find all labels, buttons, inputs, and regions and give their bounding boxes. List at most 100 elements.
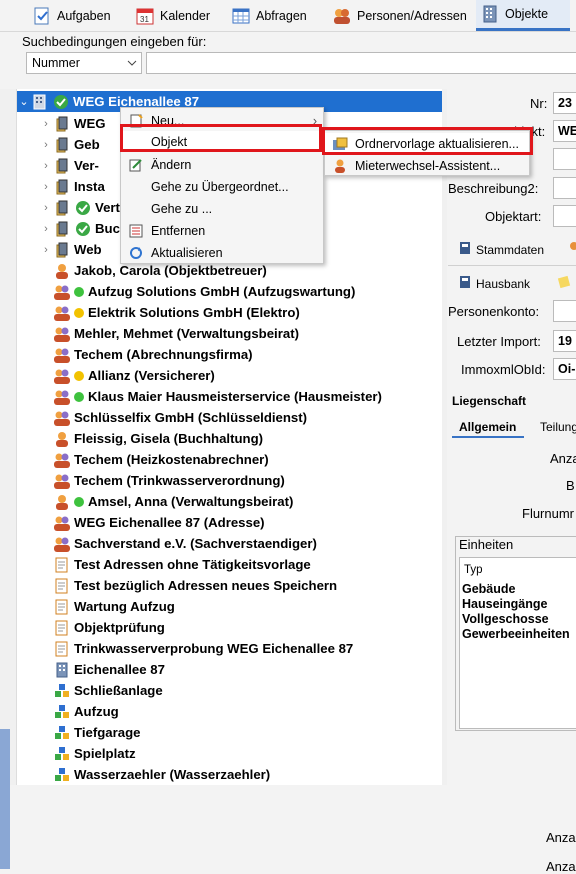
immoxml-field[interactable]: Oi- <box>553 358 576 380</box>
collapse-icon[interactable]: ⌄ <box>17 95 31 108</box>
tree-item-label: Vert <box>95 200 120 215</box>
note-icon <box>557 275 571 292</box>
einheiten-row[interactable]: Hauseingänge <box>460 597 547 611</box>
tab-hausbank[interactable]: Hausbank <box>459 275 530 292</box>
tree-item-label: Wasserzaehler (Wasserzaehler) <box>74 767 271 782</box>
person-icon <box>325 159 355 173</box>
einheiten-row[interactable]: Gewerbeeinheiten <box>460 627 570 641</box>
tab-stammdaten[interactable]: Stammdaten <box>459 241 544 258</box>
tree-item[interactable]: Klaus Maier Hausmeisterservice (Hausmeis… <box>39 386 382 407</box>
tasks-icon <box>32 7 52 25</box>
tab-kalender[interactable]: 31 Kalender <box>131 0 214 31</box>
tree-item[interactable]: Test bezüglich Adressen neues Speichern <box>39 575 337 596</box>
einheiten-row[interactable]: Vollgeschosse <box>460 612 549 626</box>
einheiten-table[interactable]: Typ Gebäude Hauseingänge Vollgeschosse Gewe… <box>459 557 576 729</box>
tree-item[interactable]: › Geb <box>39 134 100 155</box>
expand-chevron-icon[interactable]: › <box>39 223 53 235</box>
tree-item[interactable]: Schließanlage <box>39 680 163 701</box>
tree-item-label: Techem (Trinkwasserverordnung) <box>74 473 285 488</box>
objekt-field-2[interactable] <box>553 148 576 170</box>
beschreibung2-label: Beschreibung2: <box>448 181 539 196</box>
tab-objekte[interactable]: Objekte <box>476 0 570 31</box>
tree-item-label: Geb <box>74 137 100 152</box>
tree-item[interactable]: Aufzug <box>39 701 119 722</box>
tree-item[interactable]: WEG Eichenallee 87 (Adresse) <box>39 512 265 533</box>
main-toolbar: Aufgaben 31 Kalender Abfragen Personen/A… <box>0 0 576 32</box>
tab-aufgaben[interactable]: Aufgaben <box>28 0 115 31</box>
menu-item-gehe-zu[interactable]: Gehe zu ... <box>121 198 323 219</box>
tree-item[interactable]: Eichenallee 87 <box>39 659 165 680</box>
person-icon <box>53 262 71 280</box>
tree-item[interactable]: Wartung Aufzug <box>39 596 175 617</box>
expand-chevron-icon[interactable]: › <box>39 181 53 193</box>
tree-item[interactable]: Amsel, Anna (Verwaltungsbeirat) <box>39 491 293 512</box>
flurnummer-label: Flurnumr <box>522 506 575 521</box>
tab-personen-label: Personen/Adressen <box>357 8 467 23</box>
tree-item-label: Aufzug <box>74 704 119 719</box>
tab-teilung[interactable]: Teilung <box>540 420 576 434</box>
menu-item-aktualisieren[interactable]: Aktualisieren <box>121 242 323 263</box>
search-field-select[interactable]: Nummer <box>26 52 142 74</box>
submenu-item-mieterwechsel-label: Mieterwechsel-Assistent... <box>355 158 501 173</box>
einheiten-title: Einheiten <box>459 537 514 552</box>
menu-item-entfernen[interactable]: Entfernen <box>121 220 323 241</box>
menu-item-aendern[interactable]: Ändern <box>121 154 323 175</box>
tree-item[interactable]: › Buch <box>39 218 128 239</box>
tree-item-label: Test Adressen ohne Tätigkeitsvorlage <box>74 557 311 572</box>
tree-item-label: Spielplatz <box>74 746 136 761</box>
anzahl-label-3: Anzah <box>546 859 576 874</box>
tab-allgemein[interactable]: Allgemein <box>459 420 516 434</box>
tree-item[interactable]: Sachverstand e.V. (Sachverstaendiger) <box>39 533 317 554</box>
tree-item[interactable]: Mehler, Mehmet (Verwaltungsbeirat) <box>39 323 299 344</box>
tree-item[interactable]: Trinkwasserverprobung WEG Eichenallee 87 <box>39 638 353 659</box>
nr-field[interactable]: 23 <box>553 92 576 114</box>
tree-item[interactable]: Wasserzaehler (Wasserzaehler) <box>39 764 270 785</box>
letzter-import-field[interactable]: 19 <box>553 330 576 352</box>
tree-item[interactable]: Spielplatz <box>39 743 136 764</box>
tree-item[interactable]: Aufzug Solutions GmbH (Aufzugswartung) <box>39 281 355 302</box>
tab-personen[interactable]: Personen/Adressen <box>328 0 471 31</box>
einheiten-row[interactable]: Gebäude <box>460 582 516 596</box>
tree-item[interactable]: Test Adressen ohne Tätigkeitsvorlage <box>39 554 311 575</box>
status-dot <box>74 391 84 402</box>
expand-chevron-icon[interactable]: › <box>39 160 53 172</box>
beschreibung2-field[interactable] <box>553 177 576 199</box>
tree-item[interactable]: Techem (Abrechnungsfirma) <box>39 344 253 365</box>
liegenschaft-heading: Liegenschaft <box>452 394 527 408</box>
search-input[interactable] <box>146 52 576 74</box>
tree-item[interactable]: Fleissig, Gisela (Buchhaltung) <box>39 428 263 449</box>
tree-item-label: Mehler, Mehmet (Verwaltungsbeirat) <box>74 326 299 341</box>
tree-item[interactable]: Tiefgarage <box>39 722 140 743</box>
tree-item[interactable]: Allianz (Versicherer) <box>39 365 215 386</box>
stammdaten-icon <box>459 241 471 258</box>
tab-abfragen[interactable]: Abfragen <box>227 0 311 31</box>
person-icon <box>53 430 71 448</box>
tree-item[interactable]: › Ver- <box>39 155 99 176</box>
tree-item[interactable]: Techem (Heizkostenabrechner) <box>39 449 269 470</box>
doc-icon <box>53 598 71 616</box>
tree-item-label: Sachverstand e.V. (Sachverstaendiger) <box>74 536 317 551</box>
immoxml-label: ImmoxmlObId: <box>461 362 546 377</box>
tree-item[interactable]: › Vert <box>39 197 120 218</box>
team-icon <box>53 451 71 469</box>
expand-chevron-icon[interactable]: › <box>39 118 53 130</box>
tree-item[interactable]: Elektrik Solutions GmbH (Elektro) <box>39 302 300 323</box>
personenkonto-field[interactable] <box>553 300 576 322</box>
tree-item[interactable]: › Web <box>39 239 102 260</box>
tree-item[interactable]: › Insta <box>39 176 105 197</box>
expand-chevron-icon[interactable]: › <box>39 139 53 151</box>
cubes-icon <box>53 766 71 784</box>
tree-item[interactable]: Objektprüfung <box>39 617 165 638</box>
status-dot <box>74 370 84 381</box>
objects-icon <box>480 5 500 23</box>
tree-item[interactable]: Schlüsselfix GmbH (Schlüsseldienst) <box>39 407 307 428</box>
menu-item-gehe-zu-uebergeordnet[interactable]: Gehe zu Übergeordnet... <box>121 176 323 197</box>
expand-chevron-icon[interactable]: › <box>39 244 53 256</box>
objektart-field[interactable] <box>553 205 576 227</box>
submenu-item-mieterwechsel[interactable]: Mieterwechsel-Assistent... <box>325 155 529 176</box>
tree-item[interactable]: › WEG <box>39 113 106 134</box>
objekt-field[interactable]: WE <box>553 120 576 142</box>
expand-chevron-icon[interactable]: › <box>39 202 53 214</box>
tree-item[interactable]: Techem (Trinkwasserverordnung) <box>39 470 285 491</box>
folder-icon <box>53 157 71 175</box>
